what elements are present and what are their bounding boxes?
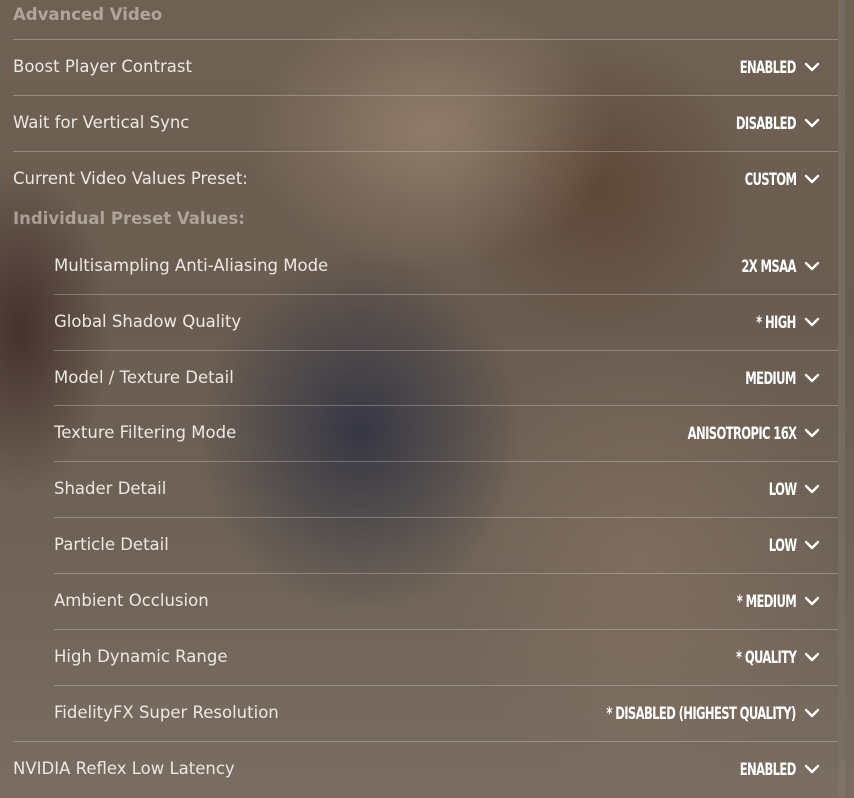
setting-row-current-video-values-preset[interactable]: Current Video Values Preset: CUSTOM: [13, 151, 838, 206]
setting-value: * HIGH: [756, 312, 796, 332]
setting-label: Current Video Values Preset:: [13, 169, 248, 188]
chevron-down-icon: [804, 261, 820, 271]
chevron-down-icon: [804, 428, 820, 438]
setting-row-texture-filtering-mode[interactable]: Texture Filtering Mode ANISOTROPIC 16X: [54, 405, 838, 460]
setting-value: * QUALITY: [735, 647, 797, 667]
setting-row-ambient-occlusion[interactable]: Ambient Occlusion * MEDIUM: [54, 573, 838, 628]
setting-row-shader-detail[interactable]: Shader Detail LOW: [54, 461, 838, 516]
setting-label: Wait for Vertical Sync: [13, 113, 190, 132]
setting-value: ANISOTROPIC 16X: [687, 423, 796, 443]
setting-label: Ambient Occlusion: [54, 591, 209, 610]
setting-row-particle-detail[interactable]: Particle Detail LOW: [54, 517, 838, 572]
setting-value: CUSTOM: [744, 169, 796, 189]
scrollbar[interactable]: [838, 0, 845, 798]
setting-label: Boost Player Contrast: [13, 57, 192, 76]
setting-label: Texture Filtering Mode: [54, 423, 237, 442]
chevron-down-icon: [804, 596, 820, 606]
setting-dropdown-fidelityfx-super-resolution[interactable]: * DISABLED (HIGHEST QUALITY): [553, 701, 820, 725]
chevron-down-icon: [804, 62, 820, 72]
setting-label: FidelityFX Super Resolution: [54, 703, 279, 722]
setting-dropdown-wait-for-vertical-sync[interactable]: DISABLED: [719, 111, 820, 135]
subsection-title-individual-preset-values: Individual Preset Values:: [13, 209, 245, 228]
chevron-down-icon: [804, 174, 820, 184]
chevron-down-icon: [804, 652, 820, 662]
setting-value: DISABLED: [736, 113, 797, 133]
setting-value: ENABLED: [740, 57, 797, 77]
setting-value: MEDIUM: [745, 368, 796, 388]
chevron-down-icon: [804, 373, 820, 383]
chevron-down-icon: [804, 764, 820, 774]
setting-dropdown-current-video-values-preset[interactable]: CUSTOM: [730, 167, 820, 191]
setting-row-msaa-mode[interactable]: Multisampling Anti-Aliasing Mode 2X MSAA: [54, 239, 838, 294]
section-title-advanced-video: Advanced Video: [13, 5, 163, 24]
setting-dropdown-high-dynamic-range[interactable]: * QUALITY: [719, 645, 820, 669]
setting-value: LOW: [768, 479, 796, 499]
setting-value: ENABLED: [740, 759, 797, 779]
setting-label: Model / Texture Detail: [54, 368, 234, 387]
setting-dropdown-global-shadow-quality[interactable]: * HIGH: [745, 310, 820, 334]
chevron-down-icon: [804, 540, 820, 550]
setting-value: 2X MSAA: [741, 256, 797, 276]
setting-row-fidelityfx-super-resolution[interactable]: FidelityFX Super Resolution * DISABLED (…: [54, 685, 838, 740]
setting-dropdown-nvidia-reflex-low-latency[interactable]: ENABLED: [724, 757, 820, 781]
setting-label: Shader Detail: [54, 479, 167, 498]
setting-label: NVIDIA Reflex Low Latency: [13, 759, 235, 778]
chevron-down-icon: [804, 484, 820, 494]
setting-dropdown-model-texture-detail[interactable]: MEDIUM: [731, 366, 820, 390]
setting-dropdown-particle-detail[interactable]: LOW: [761, 533, 820, 557]
setting-row-wait-for-vertical-sync[interactable]: Wait for Vertical Sync DISABLED: [13, 95, 838, 150]
setting-row-model-texture-detail[interactable]: Model / Texture Detail MEDIUM: [54, 350, 838, 405]
chevron-down-icon: [804, 118, 820, 128]
setting-dropdown-boost-player-contrast[interactable]: ENABLED: [724, 55, 820, 79]
chevron-down-icon: [804, 317, 820, 327]
setting-label: Multisampling Anti-Aliasing Mode: [54, 256, 329, 275]
setting-label: Particle Detail: [54, 535, 169, 554]
advanced-video-panel: Advanced Video Boost Player Contrast ENA…: [0, 0, 838, 798]
scrollbar-thumb[interactable]: [838, 0, 845, 760]
setting-label: High Dynamic Range: [54, 647, 228, 666]
setting-dropdown-msaa-mode[interactable]: 2X MSAA: [726, 254, 820, 278]
chevron-down-icon: [804, 708, 820, 718]
setting-row-global-shadow-quality[interactable]: Global Shadow Quality * HIGH: [54, 294, 838, 349]
setting-value: * MEDIUM: [736, 591, 797, 611]
setting-value: LOW: [768, 535, 796, 555]
setting-label: Global Shadow Quality: [54, 312, 242, 331]
setting-value: * DISABLED (HIGHEST QUALITY): [606, 703, 797, 723]
setting-row-high-dynamic-range[interactable]: High Dynamic Range * QUALITY: [54, 629, 838, 684]
setting-dropdown-shader-detail[interactable]: LOW: [761, 477, 820, 501]
setting-dropdown-ambient-occlusion[interactable]: * MEDIUM: [720, 589, 820, 613]
setting-dropdown-texture-filtering-mode[interactable]: ANISOTROPIC 16X: [657, 421, 820, 445]
setting-row-boost-player-contrast[interactable]: Boost Player Contrast ENABLED: [13, 39, 838, 94]
setting-row-nvidia-reflex-low-latency[interactable]: NVIDIA Reflex Low Latency ENABLED: [13, 741, 838, 796]
